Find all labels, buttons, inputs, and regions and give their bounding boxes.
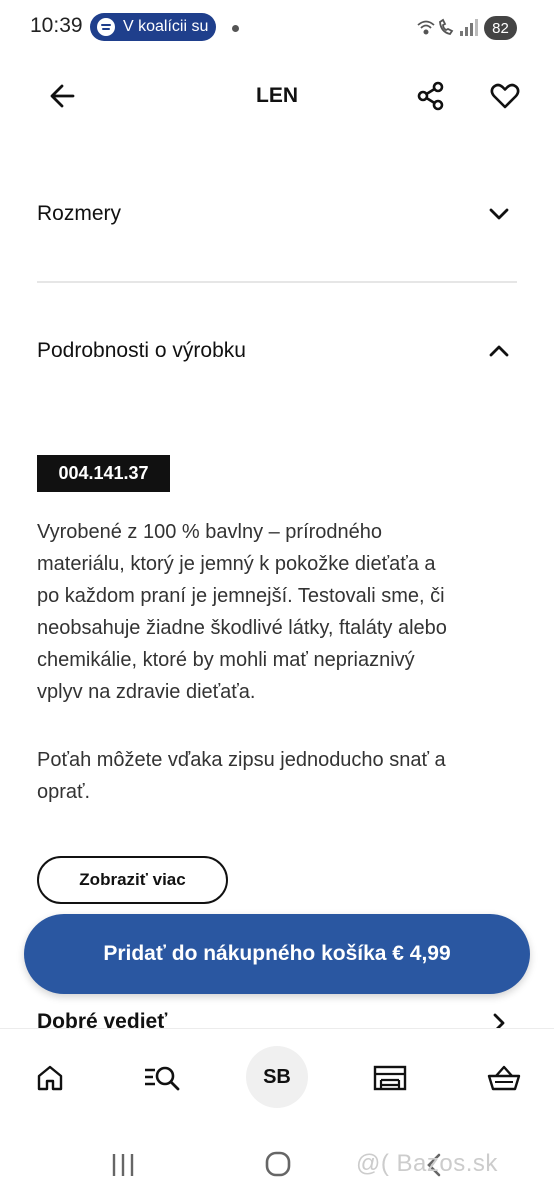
description-line: materiálu, ktorý je jemný k pokožke dieť… <box>37 553 436 575</box>
nav-home[interactable] <box>22 1050 78 1106</box>
description-line: vplyv na zdravie dieťaťa. <box>37 681 256 703</box>
accordion-product-details[interactable]: Podrobnosti o výrobku <box>0 313 554 389</box>
description-line: po každom praní je jemnejší. Testovali s… <box>37 585 445 607</box>
share-icon <box>417 81 444 111</box>
article-number-badge: 004.141.37 <box>37 455 170 492</box>
description-line: oprať. <box>37 781 91 803</box>
spotify-notification-pill[interactable]: V koalícii su <box>90 13 216 41</box>
status-time: 10:39 <box>30 14 83 37</box>
product-description: Vyrobené z 100 % bavlny – prírodného mat… <box>37 516 517 708</box>
favorite-button[interactable] <box>485 76 525 116</box>
add-to-cart-button[interactable]: Pridať do nákupného košíka € 4,99 <box>24 914 530 994</box>
store-icon <box>373 1065 407 1091</box>
recent-apps-icon[interactable] <box>110 1152 136 1178</box>
show-more-button[interactable]: Zobraziť viac <box>37 856 228 904</box>
spotify-text: V koalícii su <box>123 18 209 35</box>
watermark-logo: @( Bazos.sk <box>356 1150 498 1177</box>
accordion-dimensions[interactable]: Rozmery <box>0 176 554 252</box>
wifi-icon <box>417 20 435 35</box>
chevron-up-icon <box>489 345 509 357</box>
nav-search[interactable] <box>134 1050 190 1106</box>
call-icon <box>439 18 454 36</box>
home-icon <box>37 1065 63 1091</box>
nav-store[interactable] <box>362 1050 418 1106</box>
share-button[interactable] <box>411 76 451 116</box>
avatar[interactable]: SB <box>246 1046 308 1108</box>
product-description-zip: Poťah môžete vďaka zipsu jednoducho snať… <box>37 744 517 808</box>
description-line: Poťah môžete vďaka zipsu jednoducho snať… <box>37 749 446 771</box>
description-line: neobsahuje žiadne škodlivé látky, ftalát… <box>37 617 447 639</box>
signal-icon <box>460 19 478 36</box>
divider <box>37 281 517 283</box>
notification-dot-icon <box>232 25 239 32</box>
search-list-icon <box>145 1066 180 1091</box>
spotify-icon <box>97 18 115 36</box>
battery-indicator: 82 <box>484 16 517 40</box>
home-circle-icon[interactable] <box>264 1150 292 1178</box>
heart-icon <box>490 83 520 109</box>
page-title: LEN <box>256 84 298 107</box>
accordion-details-label: Podrobnosti o výrobku <box>37 339 246 362</box>
description-line: Vyrobené z 100 % bavlny – prírodného <box>37 521 383 543</box>
basket-icon <box>487 1065 521 1091</box>
description-line: chemikálie, ktoré by mohli mať nepriazni… <box>37 649 415 671</box>
accordion-dimensions-label: Rozmery <box>37 202 122 225</box>
chevron-down-icon <box>489 208 509 220</box>
status-icons <box>417 18 478 36</box>
nav-basket[interactable] <box>476 1050 532 1106</box>
